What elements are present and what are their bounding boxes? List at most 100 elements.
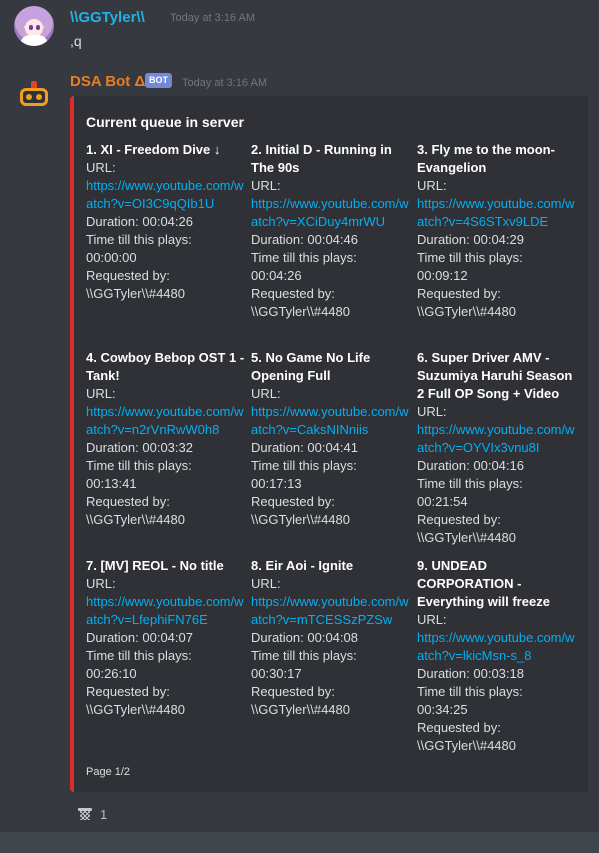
duration-label: Duration: [417, 232, 474, 247]
song-url-link[interactable]: https://www.youtube.com/watch?v=mTCESSzP… [251, 593, 411, 629]
time-till-label: Time till this plays: [86, 458, 192, 473]
username[interactable]: \\GGTyler\\ [70, 9, 145, 26]
requested-by: \\GGTyler\\#4480 [86, 286, 185, 301]
song-title: 7. [MV] REOL - No title [86, 558, 224, 573]
url-label: URL: [86, 576, 116, 591]
timestamp: Today at 3:16 AM [170, 12, 255, 24]
duration: Duration: 00:04:41 [251, 439, 411, 457]
song-title: 4. Cowboy Bebop OST 1 - Tank! [86, 350, 245, 383]
requested-label: Requested by: [417, 286, 501, 301]
duration-value: 00:04:08 [307, 630, 358, 645]
duration: Duration: 00:04:29 [417, 231, 577, 249]
time-till-label: Time till this plays: [251, 648, 357, 663]
url-label: URL: [417, 178, 447, 193]
queue-field: 8. Eir Aoi - Ignite URL: https://www.you… [251, 557, 411, 719]
time-till-value: 00:13:41 [86, 476, 137, 491]
song-url-link[interactable]: https://www.youtube.com/watch?v=OYVIx3vn… [417, 421, 577, 457]
duration: Duration: 00:04:16 [417, 457, 577, 475]
song-url-link[interactable]: https://www.youtube.com/watch?v=XCiDuy4m… [251, 195, 411, 231]
message-input-area[interactable] [0, 832, 599, 853]
time-till-label: Time till this plays: [417, 684, 523, 699]
requested-by: \\GGTyler\\#4480 [417, 738, 516, 753]
duration-value: 00:04:46 [307, 232, 358, 247]
time-till-label: Time till this plays: [251, 250, 357, 265]
queue-field: 4. Cowboy Bebop OST 1 - Tank! URL: https… [86, 349, 246, 529]
song-url-link[interactable]: https://www.youtube.com/watch?v=OI3C9qQI… [86, 177, 246, 213]
reaction-count: 1 [100, 806, 108, 822]
song-title: 6. Super Driver AMV - Suzumiya Haruhi Se… [417, 350, 573, 401]
song-title: 8. Eir Aoi - Ignite [251, 558, 354, 573]
duration-value: 00:04:16 [473, 458, 524, 473]
time-till-label: Time till this plays: [251, 458, 357, 473]
duration: Duration: 00:03:18 [417, 665, 577, 683]
song-title: 9. UNDEAD CORPORATION - Everything will … [417, 558, 550, 609]
requested-label: Requested by: [251, 286, 335, 301]
avatar[interactable] [14, 6, 54, 46]
song-url-link[interactable]: https://www.youtube.com/watch?v=4S6STxv9… [417, 195, 577, 231]
queue-field: 3. Fly me to the moon- Evangelion URL: h… [417, 141, 577, 321]
duration-label: Duration: [251, 440, 308, 455]
reaction-button[interactable]: 1 [72, 803, 114, 825]
duration-value: 00:04:26 [142, 214, 193, 229]
requested-label: Requested by: [86, 268, 170, 283]
requested-label: Requested by: [86, 494, 170, 509]
duration-label: Duration: [251, 630, 308, 645]
duration: Duration: 00:04:46 [251, 231, 411, 249]
requested-by: \\GGTyler\\#4480 [251, 702, 350, 717]
bot-username[interactable]: DSA Bot Δ [70, 73, 145, 90]
duration-label: Duration: [251, 232, 308, 247]
time-till-value: 00:00:00 [86, 250, 137, 265]
url-label: URL: [251, 178, 281, 193]
queue-field: 1. XI - Freedom Dive ↓ URL: https://www.… [86, 141, 246, 303]
duration-value: 00:03:18 [473, 666, 524, 681]
time-till-label: Time till this plays: [417, 476, 523, 491]
song-title: 3. Fly me to the moon- Evangelion [417, 142, 555, 175]
duration-value: 00:04:41 [307, 440, 358, 455]
duration-value: 00:03:32 [142, 440, 193, 455]
requested-label: Requested by: [251, 684, 335, 699]
timestamp: Today at 3:16 AM [182, 77, 267, 89]
duration-value: 00:04:29 [473, 232, 524, 247]
requested-by: \\GGTyler\\#4480 [417, 530, 516, 545]
song-url-link[interactable]: https://www.youtube.com/watch?v=CaksNINn… [251, 403, 411, 439]
time-till-value: 00:30:17 [251, 666, 302, 681]
requested-by: \\GGTyler\\#4480 [417, 304, 516, 319]
url-label: URL: [251, 386, 281, 401]
bot-eye [36, 94, 42, 100]
time-till-label: Time till this plays: [417, 250, 523, 265]
duration-label: Duration: [86, 440, 143, 455]
song-title: 2. Initial D - Running in The 90s [251, 142, 392, 175]
requested-label: Requested by: [251, 494, 335, 509]
requested-label: Requested by: [417, 512, 501, 527]
time-till-value: 00:09:12 [417, 268, 468, 283]
url-label: URL: [417, 612, 447, 627]
queue-field: 2. Initial D - Running in The 90s URL: h… [251, 141, 411, 321]
message-content: ,q [70, 33, 82, 49]
song-url-link[interactable]: https://www.youtube.com/watch?v=n2rVnRwW… [86, 403, 246, 439]
duration: Duration: 00:04:07 [86, 629, 246, 647]
song-url-link[interactable]: https://www.youtube.com/watch?v=LfephiFN… [86, 593, 246, 629]
song-title: 1. XI - Freedom Dive ↓ [86, 142, 221, 157]
message-ggtyler: \\GGTyler\\ Today at 3:16 AM ,q [0, 0, 599, 64]
requested-label: Requested by: [86, 684, 170, 699]
bot-avatar[interactable] [14, 76, 54, 116]
bot-eye [26, 94, 32, 100]
bot-badge: BOT [145, 73, 172, 88]
queue-field: 9. UNDEAD CORPORATION - Everything will … [417, 557, 577, 755]
time-till-value: 00:17:13 [251, 476, 302, 491]
duration-label: Duration: [417, 666, 474, 681]
song-url-link[interactable]: https://www.youtube.com/watch?v=lkicMsn-… [417, 629, 577, 665]
url-label: URL: [86, 160, 116, 175]
requested-by: \\GGTyler\\#4480 [86, 512, 185, 527]
url-label: URL: [417, 404, 447, 419]
requested-label: Requested by: [417, 720, 501, 735]
time-till-value: 00:04:26 [251, 268, 302, 283]
duration-label: Duration: [86, 630, 143, 645]
embed-footer: Page 1/2 [86, 766, 131, 778]
time-till-value: 00:34:25 [417, 702, 468, 717]
url-label: URL: [251, 576, 281, 591]
duration-value: 00:04:07 [142, 630, 193, 645]
embed-title: Current queue in server [86, 114, 244, 130]
requested-by: \\GGTyler\\#4480 [251, 512, 350, 527]
queue-field: 6. Super Driver AMV - Suzumiya Haruhi Se… [417, 349, 577, 547]
